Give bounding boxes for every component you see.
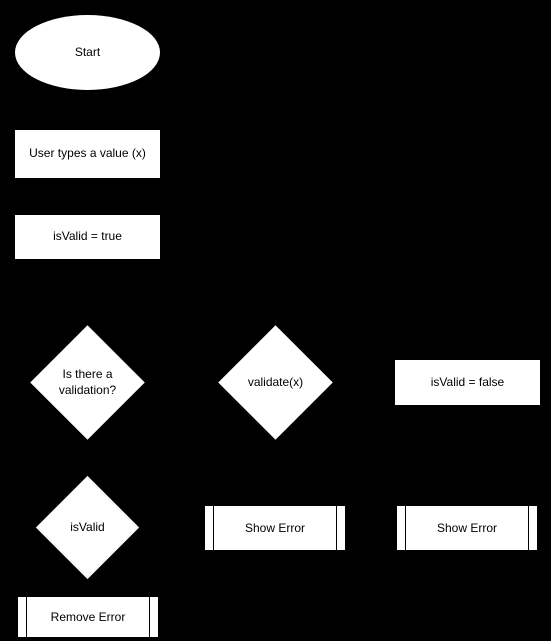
subroutine-show-error-1: Show Error (205, 506, 345, 550)
decision-has-validation: Is there a validation? (30, 325, 145, 440)
process-user-input: User types a value (x) (15, 130, 160, 178)
decision-has-validation-label: Is there a validation? (40, 367, 135, 398)
subroutine-remove-error: Remove Error (18, 597, 158, 637)
terminator-start: Start (15, 15, 160, 90)
process-init-isvalid: isValid = true (15, 215, 160, 259)
decision-validate-x: validate(x) (218, 325, 333, 440)
decision-validate-x-label: validate(x) (248, 375, 303, 391)
process-set-isvalid-false-label: isValid = false (431, 375, 504, 391)
process-user-input-label: User types a value (x) (29, 146, 146, 162)
terminator-start-label: Start (75, 45, 100, 61)
decision-isvalid: isValid (35, 475, 140, 580)
process-init-isvalid-label: isValid = true (53, 229, 122, 245)
decision-isvalid-label: isValid (70, 520, 104, 536)
subroutine-show-error-2-label: Show Error (437, 521, 497, 535)
subroutine-show-error-2: Show Error (397, 506, 537, 550)
subroutine-remove-error-label: Remove Error (51, 610, 126, 624)
subroutine-show-error-1-label: Show Error (245, 521, 305, 535)
process-set-isvalid-false: isValid = false (395, 360, 540, 405)
